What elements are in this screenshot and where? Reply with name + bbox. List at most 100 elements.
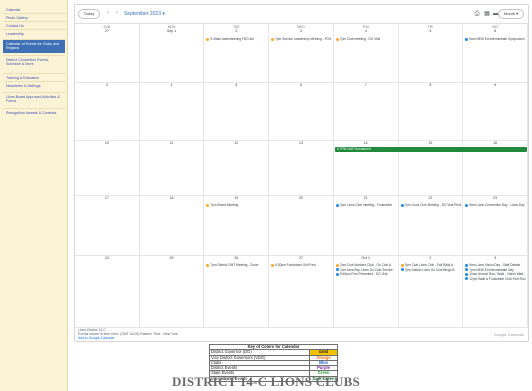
calendar-event[interactable]: 7pm Area Rep Lions Go Club Service <box>335 268 397 272</box>
calendar-event[interactable]: 7pm District GMT Meeting - Zoom <box>206 263 267 267</box>
day-cell[interactable]: 9 <box>463 83 528 141</box>
day-number[interactable]: 19 <box>204 196 268 201</box>
day-cell[interactable]: 22 7pm Lions Club Meeting - DG Visit Pled… <box>398 196 464 256</box>
day-cell[interactable]: 2 7pm Club Lions Club - Fall Rally A 7pm D… <box>398 256 464 328</box>
day-cell[interactable]: 5 <box>204 83 270 141</box>
view-selector[interactable]: Month ▾ <box>498 9 524 19</box>
chevron-right-icon[interactable]: › <box>114 10 120 17</box>
day-number[interactable]: 18 <box>140 196 204 201</box>
day-cell[interactable]: 10 <box>75 141 140 196</box>
day-number[interactable]: 24 <box>75 256 139 261</box>
month-selector[interactable]: September 2023 ▾ <box>124 10 165 18</box>
day-cell[interactable]: MON Sep 1 <box>139 24 205 83</box>
day-cell[interactable]: 7 <box>333 83 399 141</box>
day-number[interactable]: 5 <box>204 83 268 88</box>
day-cell[interactable]: 11 <box>139 141 205 196</box>
day-number[interactable]: 17 <box>75 196 139 201</box>
day-cell[interactable]: Oct 1 7pm Club Workers Club - Go Club A 7p… <box>333 256 399 328</box>
day-cell[interactable]: 3 <box>75 83 140 141</box>
calendar-event[interactable]: 7pm Club meeting - DG Visit <box>335 37 397 41</box>
day-cell[interactable]: 4 <box>139 83 205 141</box>
day-cell[interactable]: 19 7pm Board Meeting <box>204 196 270 256</box>
day-number[interactable]: Sep 1 <box>140 29 204 34</box>
day-number[interactable]: 8 <box>399 83 463 88</box>
day-cell[interactable]: 20 <box>269 196 334 256</box>
calendar-event[interactable]: 8:30pm Fest Presented - DG Visit <box>335 272 397 276</box>
calendar-event[interactable]: 9am Lions Vision Day - Staff Details <box>465 263 526 267</box>
day-number[interactable]: 14 <box>334 141 398 146</box>
day-number[interactable]: 10 <box>75 141 139 146</box>
calendar-event[interactable]: 7pm NEW Ed Intermediate Day <box>465 268 526 272</box>
day-number[interactable]: 3 <box>269 29 333 34</box>
sidebar-item[interactable]: Newsletter & Mailings <box>3 82 65 90</box>
day-number[interactable]: 4 <box>140 83 204 88</box>
calendar-event[interactable]: 7pm Lions Club meeting - Fundraiser <box>335 203 397 207</box>
sidebar-item[interactable]: District Convention Events, Schedule & M… <box>3 56 65 69</box>
sidebar-item[interactable]: Calendar of Events for Clubs and Regions <box>3 40 65 53</box>
day-number[interactable]: 16 <box>463 141 527 146</box>
day-cell[interactable]: THU 4 7pm Club meeting - DG Visit <box>333 24 399 83</box>
day-cell[interactable]: 24 <box>75 256 140 328</box>
day-cell[interactable]: TUE 2 9:30am Administering FDG Act <box>204 24 270 83</box>
calendar-event[interactable]: 9:30am Administering FDG Act <box>206 37 267 41</box>
day-cell[interactable]: 8 <box>398 83 464 141</box>
calendar-event[interactable]: 10am Annual Run / Walk - Vision Walk <box>465 272 526 276</box>
day-cell[interactable]: 6 <box>269 83 334 141</box>
day-number[interactable]: 2 <box>204 29 268 34</box>
day-cell[interactable]: 23 9am Lions Convention Day - Lions Day <box>463 196 528 256</box>
day-cell[interactable]: 26 7pm District GMT Meeting - Zoom <box>204 256 270 328</box>
day-number[interactable]: 5 <box>399 29 463 34</box>
calendar-event[interactable]: 7pm Club Workers Club - Go Club A <box>335 263 397 267</box>
day-number[interactable]: Oct 1 <box>334 256 398 261</box>
calendar-event[interactable]: 9am Lions Convention Day - Lions Day <box>465 203 526 207</box>
print-icon[interactable]: ⎙ <box>473 10 481 18</box>
day-number[interactable]: 6 <box>463 29 527 34</box>
day-number[interactable]: 25 <box>140 256 204 261</box>
day-number[interactable]: 9 <box>463 83 527 88</box>
day-number[interactable]: 21 <box>334 196 398 201</box>
day-cell[interactable]: 25 <box>139 256 205 328</box>
day-cell[interactable]: FRI 5 <box>398 24 464 83</box>
chevron-left-icon[interactable]: ‹ <box>105 10 111 17</box>
sidebar-item[interactable]: Recognition Awards & Contests <box>3 109 65 117</box>
sidebar-item[interactable]: Lions Board Approved Activities & Forms <box>3 93 65 106</box>
add-to-calendar-link[interactable]: Add to Google Calendar <box>78 336 178 340</box>
calendar-event[interactable]: 12pm Walk & Fundraiser Club Fest Run <box>465 277 526 281</box>
calendar-event[interactable]: 6:30pm Fundraiser Golf Fest <box>271 263 332 267</box>
day-number[interactable]: 6 <box>269 83 333 88</box>
today-button[interactable]: Today <box>78 9 100 19</box>
sidebar-item[interactable]: Leadership <box>3 30 65 38</box>
day-number[interactable]: 4 <box>334 29 398 34</box>
day-number[interactable]: 22 <box>399 196 463 201</box>
day-number[interactable]: 15 <box>399 141 463 146</box>
day-number[interactable]: 27 <box>75 29 139 34</box>
day-cell[interactable]: 12 <box>204 141 270 196</box>
day-cell[interactable]: 21 7pm Lions Club meeting - Fundraiser <box>333 196 399 256</box>
day-number[interactable]: 12 <box>204 141 268 146</box>
day-number[interactable]: 13 <box>269 141 333 146</box>
calendar-event[interactable]: 7pm District Lions Go Club Bingo B <box>400 268 462 272</box>
calendar-event[interactable]: 7pm Club Lions Club - Fall Rally A <box>400 263 462 267</box>
all-day-event[interactable]: 5-7PM Golf Tournament <box>334 147 527 152</box>
day-cell[interactable]: 27 6:30pm Fundraiser Golf Fest <box>269 256 334 328</box>
day-cell[interactable]: WED 3 7pm Service Leadership Meeting - FDG… <box>269 24 334 83</box>
day-number[interactable]: 7 <box>334 83 398 88</box>
day-cell[interactable]: 3 9am Lions Vision Day - Staff Details 7pm… <box>463 256 528 328</box>
day-number[interactable]: 2 <box>399 256 463 261</box>
calendar-event[interactable]: 7pm Board Meeting <box>206 203 267 207</box>
day-number[interactable]: 11 <box>140 141 204 146</box>
day-cell[interactable]: 17 <box>75 196 140 256</box>
day-cell[interactable]: 18 <box>139 196 205 256</box>
day-number[interactable]: 3 <box>463 256 527 261</box>
calendar-icon[interactable]: ▦ <box>483 10 491 18</box>
calendar-event[interactable]: 7pm Service Leadership Meeting - FDG Act <box>271 37 332 41</box>
day-cell[interactable]: 13 <box>269 141 334 196</box>
day-number[interactable]: 26 <box>204 256 268 261</box>
calendar-event[interactable]: 7pm Lions Club Meeting - DG Visit Pledge <box>400 203 461 207</box>
day-number[interactable]: 27 <box>269 256 333 261</box>
calendar-event[interactable]: 9am NEW Ed Intermediate Symposium <box>465 37 526 41</box>
day-cell[interactable]: SAT 6 9am NEW Ed Intermediate Symposium <box>463 24 528 83</box>
day-number[interactable]: 23 <box>463 196 527 201</box>
day-number[interactable]: 20 <box>269 196 333 201</box>
day-cell[interactable]: SUN 27 <box>75 24 140 83</box>
